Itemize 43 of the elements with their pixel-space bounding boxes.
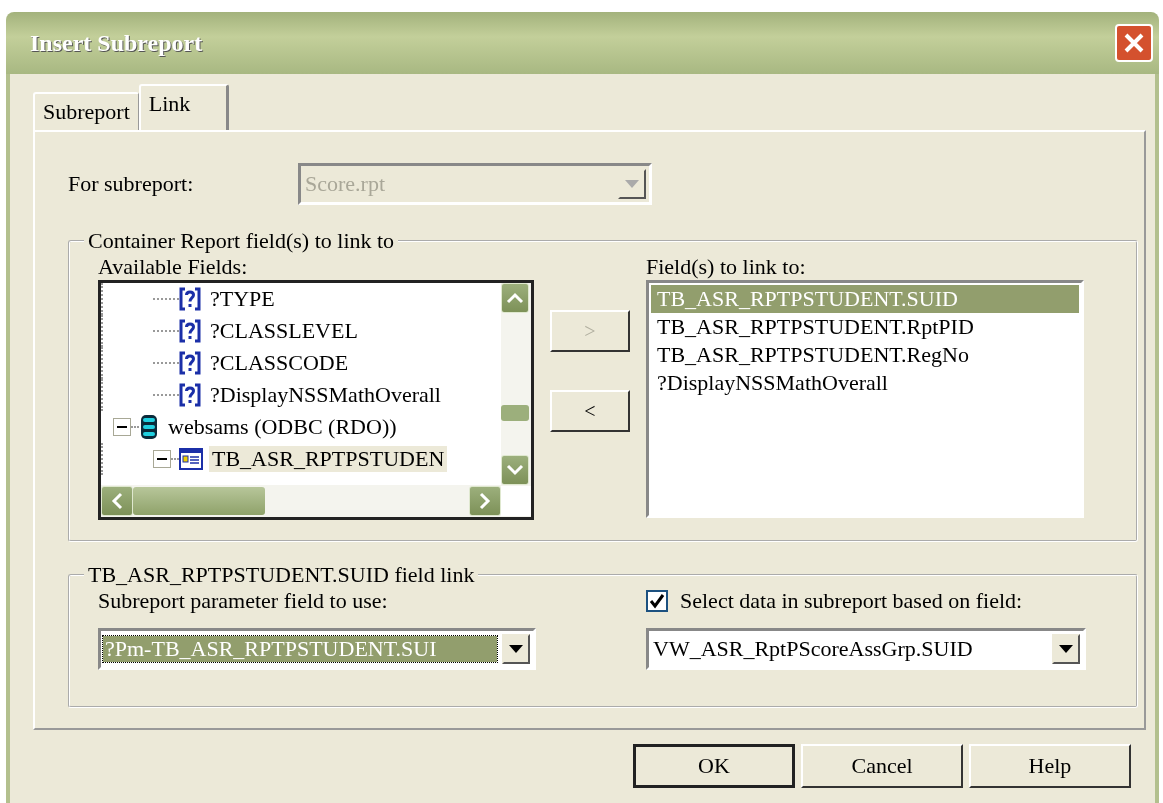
caret-icon bbox=[625, 180, 639, 188]
remove-button[interactable]: < bbox=[550, 390, 630, 432]
field-tree[interactable]: ?TYPE ?CLASSLEVEL ?CLASSCODE ?DisplayNSSMathOverall websams (ODBC (RDO)) TB_ASR_RPTPSTUDEN bbox=[98, 280, 534, 520]
list-item[interactable]: ?DisplayNSSMathOverall bbox=[651, 369, 1079, 397]
list-item[interactable]: TB_ASR_RPTPSTUDENT.RptPID bbox=[651, 313, 1079, 341]
field-list[interactable]: TB_ASR_RPTPSTUDENT.SUID TB_ASR_RPTPSTUDENT.RptPID TB_ASR_RPTPSTUDENT.RegNo ?DisplayNSSMathOverall bbox=[646, 280, 1084, 518]
caret-icon bbox=[509, 645, 523, 653]
window-title: Insert Subreport bbox=[30, 29, 203, 57]
dialog-button[interactable]: Cancel bbox=[801, 744, 963, 788]
list-label: Field(s) to link to: bbox=[646, 254, 807, 280]
field-label: For subreport: bbox=[68, 171, 195, 197]
tree-item[interactable]: ?CLASSLEVEL bbox=[207, 318, 361, 344]
tab[interactable]: Link bbox=[138, 84, 230, 130]
database-icon bbox=[139, 413, 159, 441]
dialog-button[interactable]: OK bbox=[633, 744, 795, 788]
tree-item[interactable]: ?TYPE bbox=[207, 286, 278, 312]
tree-item[interactable]: TB_ASR_RPTPSTUDEN bbox=[209, 446, 448, 472]
field-label: Subreport parameter field to use: bbox=[98, 588, 389, 614]
parameter-icon bbox=[179, 319, 201, 343]
tree-item[interactable]: ?DisplayNSSMathOverall bbox=[207, 382, 444, 408]
scroll-thumb[interactable] bbox=[501, 405, 529, 421]
checkbox-label[interactable]: Select data in subreport based on field: bbox=[680, 588, 1023, 614]
table-icon bbox=[179, 448, 203, 470]
tree-item[interactable]: websams (ODBC (RDO)) bbox=[165, 414, 400, 440]
tree-item[interactable]: ?CLASSCODE bbox=[207, 350, 352, 376]
list-label: Available Fields: bbox=[98, 254, 249, 280]
checkmark-icon bbox=[648, 592, 666, 610]
parameter-icon bbox=[179, 351, 201, 375]
close-icon bbox=[1122, 31, 1146, 55]
scroll-thumb[interactable] bbox=[133, 487, 265, 515]
parameter-icon bbox=[179, 287, 201, 311]
horizontal-scrollbar[interactable] bbox=[101, 485, 531, 517]
parameter-icon bbox=[179, 383, 201, 407]
close-button[interactable] bbox=[1115, 24, 1153, 62]
checkbox[interactable] bbox=[646, 590, 668, 612]
group-title: Container Report field(s) to link to bbox=[87, 228, 396, 254]
vertical-scrollbar[interactable] bbox=[501, 283, 531, 485]
caret-icon bbox=[1059, 645, 1073, 653]
list-item[interactable]: TB_ASR_RPTPSTUDENT.RegNo bbox=[651, 341, 1079, 369]
group-title: TB_ASR_RPTPSTUDENT.SUID field link bbox=[87, 562, 476, 588]
data-field-dropdown[interactable]: VW_ASR_RptPScoreAssGrp.SUID bbox=[646, 628, 1086, 670]
dialog-button[interactable]: Help bbox=[969, 744, 1131, 788]
tab[interactable]: Subreport bbox=[33, 92, 139, 130]
